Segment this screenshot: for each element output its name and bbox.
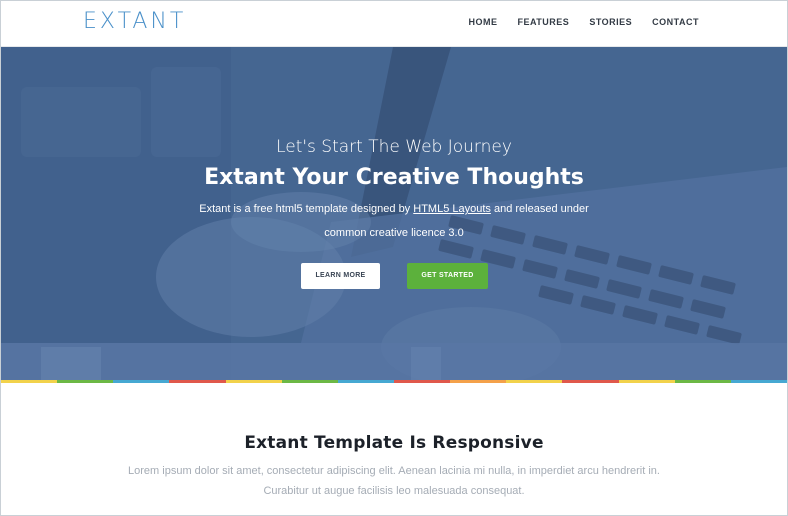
get-started-button[interactable]: GET STARTED xyxy=(407,263,488,289)
hero-overlay xyxy=(1,47,787,343)
color-strip-segment xyxy=(674,380,731,383)
hero-description: Extant is a free html5 template designed… xyxy=(181,197,607,245)
hero-tagline: Let's Start The Web Journey xyxy=(276,137,512,157)
site-header: EXTANT HOME FEATURES STORIES CONTACT xyxy=(1,1,787,47)
color-strip xyxy=(1,380,787,383)
color-strip-segment xyxy=(618,380,675,383)
hero-desc-text: Extant is a free html5 template designed… xyxy=(199,203,414,215)
color-strip-segment xyxy=(393,380,451,383)
section-text: Lorem ipsum dolor sit amet, consectetur … xyxy=(128,465,660,497)
color-strip-segment xyxy=(1,380,58,383)
color-strip-segment xyxy=(730,380,787,383)
nav-home[interactable]: HOME xyxy=(468,17,497,27)
color-strip-segment xyxy=(169,380,226,383)
nav-contact[interactable]: CONTACT xyxy=(652,17,699,27)
section-title: Extant Template Is Responsive xyxy=(244,433,544,453)
hero-title: Extant Your Creative Thoughts xyxy=(204,165,584,190)
site-logo[interactable]: EXTANT xyxy=(83,9,186,34)
learn-more-button[interactable]: LEARN MORE xyxy=(301,263,380,289)
color-strip-segment xyxy=(57,380,114,383)
color-strip-segment xyxy=(450,380,507,383)
color-strip-segment xyxy=(562,380,619,383)
color-strip-segment xyxy=(337,380,394,383)
color-strip-segment xyxy=(113,380,170,383)
color-strip-segment xyxy=(225,380,282,383)
color-strip-segment xyxy=(506,380,563,383)
color-strip-segment xyxy=(281,380,338,383)
hero-section: Let's Start The Web Journey Extant Your … xyxy=(1,47,787,380)
nav-features[interactable]: FEATURES xyxy=(517,17,569,27)
main-nav: HOME FEATURES STORIES CONTACT xyxy=(468,17,699,27)
nav-stories[interactable]: STORIES xyxy=(589,17,632,27)
page: EXTANT HOME FEATURES STORIES CONTACT Let… xyxy=(0,0,788,516)
html5-layouts-link[interactable]: HTML5 Layouts xyxy=(413,203,491,215)
